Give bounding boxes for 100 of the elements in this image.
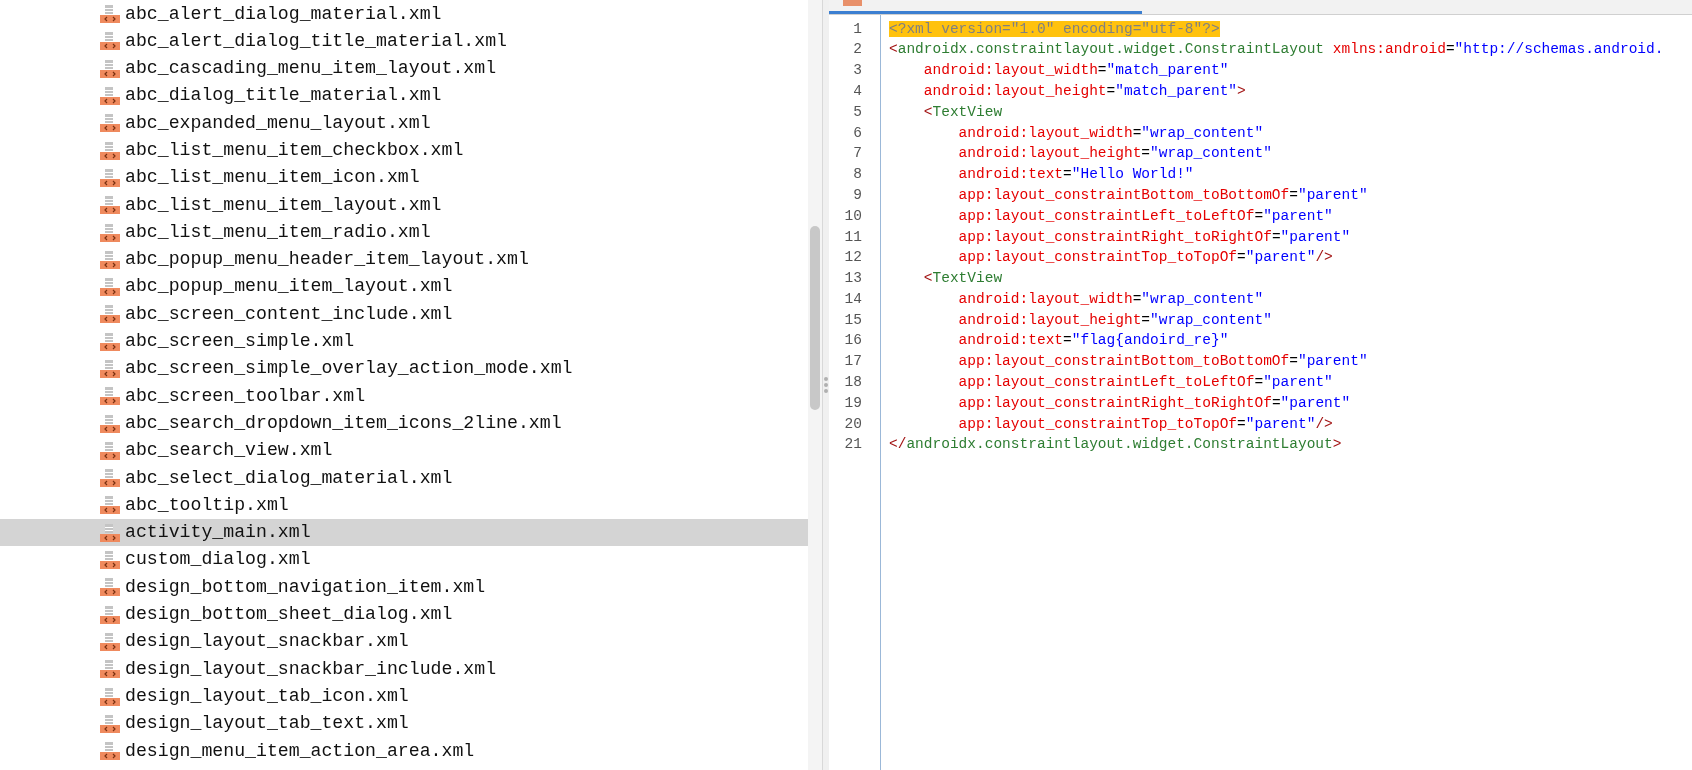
code-line: app:layout_constraintTop_toTopOf="parent"/> (957, 248, 1333, 268)
file-list-item[interactable]: activity_main.xml (0, 519, 808, 547)
file-name: design_layout_tab_icon.xml (125, 684, 409, 708)
file-name: abc_tooltip.xml (125, 493, 289, 517)
file-name: abc_search_dropdown_item_icons_2line.xml (125, 411, 562, 435)
file-name: activity_main.xml (125, 521, 311, 545)
file-list-item[interactable]: abc_list_menu_item_layout.xml (0, 191, 808, 219)
file-name: abc_screen_content_include.xml (125, 302, 453, 326)
file-name: abc_screen_toolbar.xml (125, 384, 366, 408)
line-number: 3 (853, 61, 862, 81)
line-number: 7 (853, 144, 862, 164)
xml-file-icon (100, 58, 120, 79)
line-number: 20 (844, 414, 862, 434)
file-name: abc_screen_simple.xml (125, 330, 355, 354)
file-list-item[interactable]: abc_search_dropdown_item_icons_2line.xml (0, 409, 808, 438)
code-line: </androidx.constraintlayout.widget.ConstraintLayout> (889, 435, 1342, 455)
file-list-item[interactable]: abc_screen_simple_overlay_action_mode.xml (0, 355, 808, 383)
xml-file-icon (100, 222, 120, 243)
file-name: design_bottom_sheet_dialog.xml (125, 603, 453, 627)
file-name: abc_screen_simple_overlay_action_mode.xml (125, 357, 573, 381)
xml-file-icon (100, 713, 120, 734)
line-number: 17 (844, 352, 862, 372)
xml-file-icon (100, 604, 120, 625)
xml-file-icon (100, 195, 120, 216)
file-name: abc_list_menu_item_checkbox.xml (125, 139, 464, 162)
code-line: android:text="flag{andoird_re}" (957, 331, 1229, 351)
xml-file-icon (100, 86, 120, 107)
file-list-item[interactable]: abc_search_view.xml (0, 437, 808, 465)
code-line: android:layout_width="wrap_content" (957, 289, 1264, 309)
line-number: 21 (844, 435, 862, 455)
file-list-item[interactable]: abc_expanded_menu_layout.xml (0, 109, 808, 137)
line-number: 13 (844, 269, 862, 289)
xml-file-icon (100, 550, 120, 571)
xml-file-icon (100, 631, 120, 652)
code-line: <TextView (922, 102, 1003, 122)
code-line: android:layout_height="wrap_content" (957, 144, 1272, 164)
xml-file-icon (100, 686, 120, 707)
line-number: 10 (844, 206, 862, 226)
file-name: abc_popup_menu_header_item_layout.xml (125, 248, 529, 272)
xml-file-icon (100, 167, 120, 188)
file-list-item[interactable]: abc_screen_content_include.xml (0, 300, 808, 329)
xml-file-icon (100, 359, 120, 379)
file-list-item[interactable]: abc_dialog_title_material.xml (0, 82, 808, 110)
file-list-item[interactable]: design_bottom_navigation_item.xml (0, 573, 808, 602)
code-line: app:layout_constraintRight_toRightOf="parent" (957, 393, 1351, 413)
code-line: <TextView (922, 269, 1003, 289)
line-number: 1 (853, 19, 862, 39)
file-name: design_layout_snackbar_include.xml (125, 657, 497, 681)
file-name: abc_list_menu_item_icon.xml (125, 166, 420, 190)
file-list-item[interactable]: design_bottom_sheet_dialog.xml (0, 601, 808, 629)
line-number: 9 (853, 185, 862, 205)
file-list-item[interactable]: abc_alert_dialog_title_material.xml (0, 27, 808, 56)
file-list-item[interactable]: design_layout_snackbar_include.xml (0, 655, 808, 683)
file-name: design_bottom_navigation_item.xml (125, 575, 486, 599)
file-list-item[interactable]: design_layout_tab_icon.xml (0, 682, 808, 711)
xml-file-icon (100, 31, 120, 52)
line-number: 11 (844, 227, 862, 247)
xml-file-icon (100, 140, 120, 161)
xml-file-icon (100, 331, 120, 352)
xml-file-icon[interactable] (843, 0, 862, 6)
line-number: 18 (844, 373, 862, 393)
code-line: app:layout_constraintTop_toTopOf="parent"/> (957, 414, 1333, 434)
line-number: 2 (853, 40, 862, 60)
xml-file-icon (100, 413, 120, 434)
file-list-item[interactable]: abc_list_menu_item_checkbox.xml (0, 137, 808, 165)
file-list-item[interactable]: abc_list_menu_item_icon.xml (0, 164, 808, 192)
code-line: app:layout_constraintLeft_toLeftOf="parent" (957, 206, 1333, 226)
xml-file-icon (100, 386, 120, 407)
file-name: custom_dialog.xml (125, 548, 311, 572)
file-list-item[interactable]: abc_popup_menu_header_item_layout.xml (0, 246, 808, 274)
xml-file-icon (100, 659, 120, 680)
file-list-item[interactable]: abc_alert_dialog_material.xml (0, 0, 808, 28)
file-list-item[interactable]: abc_screen_simple.xml (0, 328, 808, 356)
line-number: 19 (844, 393, 862, 413)
file-name: design_menu_item_action_area.xml (125, 739, 475, 763)
file-name: design_layout_tab_text.xml (125, 712, 409, 736)
file-name: abc_list_menu_item_layout.xml (125, 193, 442, 217)
code-line: app:layout_constraintLeft_toLeftOf="parent" (957, 373, 1333, 393)
file-list-item[interactable]: abc_screen_toolbar.xml (0, 382, 808, 410)
file-name: abc_expanded_menu_layout.xml (125, 111, 431, 135)
file-list-item[interactable]: abc_tooltip.xml (0, 491, 808, 520)
xml-file-icon (100, 577, 120, 598)
file-list-item[interactable]: abc_popup_menu_item_layout.xml (0, 273, 808, 301)
line-number: 16 (844, 331, 862, 351)
file-name: abc_alert_dialog_material.xml (125, 2, 442, 26)
xml-file-icon (100, 113, 120, 134)
code-line: app:layout_constraintRight_toRightOf="parent" (957, 227, 1351, 247)
file-list-item[interactable]: abc_select_dialog_material.xml (0, 464, 808, 492)
file-list-item[interactable]: abc_cascading_menu_item_layout.xml (0, 55, 808, 83)
xml-file-icon (100, 277, 120, 298)
file-list-item[interactable]: abc_list_menu_item_radio.xml (0, 218, 808, 247)
xml-file-icon (100, 741, 120, 762)
scrollbar-thumb[interactable] (810, 226, 820, 410)
file-name: abc_popup_menu_item_layout.xml (125, 275, 453, 299)
file-list-item[interactable]: design_menu_item_action_area.xml (0, 737, 808, 765)
file-list-item[interactable]: custom_dialog.xml (0, 546, 808, 574)
file-name: abc_search_view.xml (125, 439, 333, 463)
file-list-item[interactable]: design_layout_tab_text.xml (0, 710, 808, 738)
line-number: 15 (844, 310, 862, 330)
file-list-item[interactable]: design_layout_snackbar.xml (0, 628, 808, 656)
